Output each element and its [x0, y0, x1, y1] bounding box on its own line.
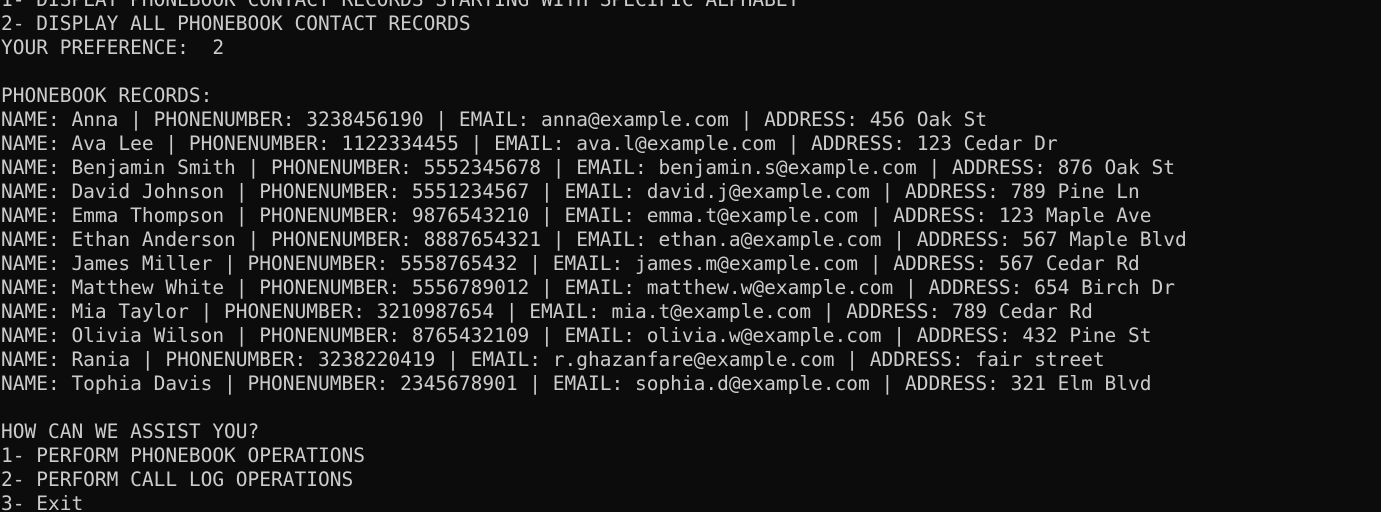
contact-record-line: NAME: James Miller | PHONENUMBER: 555876…: [1, 252, 1140, 275]
terminal-window[interactable]: 1- DISPLAY PHONEBOOK CONTACT RECORDS STA…: [0, 0, 1381, 512]
console-output: 1- DISPLAY PHONEBOOK CONTACT RECORDS STA…: [1, 0, 1187, 512]
contact-record-line: NAME: Emma Thompson | PHONENUMBER: 98765…: [1, 204, 1152, 227]
assist-prompt: HOW CAN WE ASSIST YOU?: [1, 420, 260, 443]
contact-record-line: NAME: Rania | PHONENUMBER: 3238220419 | …: [1, 348, 1105, 371]
preference-prompt: YOUR PREFERENCE: 2: [1, 36, 225, 59]
menu-option-exit: 3- Exit: [1, 492, 84, 512]
contact-record-line: NAME: David Johnson | PHONENUMBER: 55512…: [1, 180, 1140, 203]
menu-option-phonebook-operations: 1- PERFORM PHONEBOOK OPERATIONS: [1, 444, 365, 467]
menu-option-display-all: 2- DISPLAY ALL PHONEBOOK CONTACT RECORDS: [1, 12, 471, 35]
contact-record-line: NAME: Olivia Wilson | PHONENUMBER: 87654…: [1, 324, 1152, 347]
menu-option-call-log-operations: 2- PERFORM CALL LOG OPERATIONS: [1, 468, 354, 491]
contact-record-line: NAME: Benjamin Smith | PHONENUMBER: 5552…: [1, 156, 1175, 179]
contact-record-line: NAME: Tophia Davis | PHONENUMBER: 234567…: [1, 372, 1152, 395]
contact-record-line: NAME: Mia Taylor | PHONENUMBER: 32109876…: [1, 300, 1093, 323]
menu-option-display-by-alphabet: 1- DISPLAY PHONEBOOK CONTACT RECORDS STA…: [1, 0, 1187, 12]
contact-record-line: NAME: Matthew White | PHONENUMBER: 55567…: [1, 276, 1175, 299]
contact-record-line: NAME: Ava Lee | PHONENUMBER: 1122334455 …: [1, 132, 1058, 155]
records-heading: PHONEBOOK RECORDS:: [1, 84, 213, 107]
contact-record-line: NAME: Ethan Anderson | PHONENUMBER: 8887…: [1, 228, 1187, 251]
contact-record-line: NAME: Anna | PHONENUMBER: 3238456190 | E…: [1, 108, 988, 131]
